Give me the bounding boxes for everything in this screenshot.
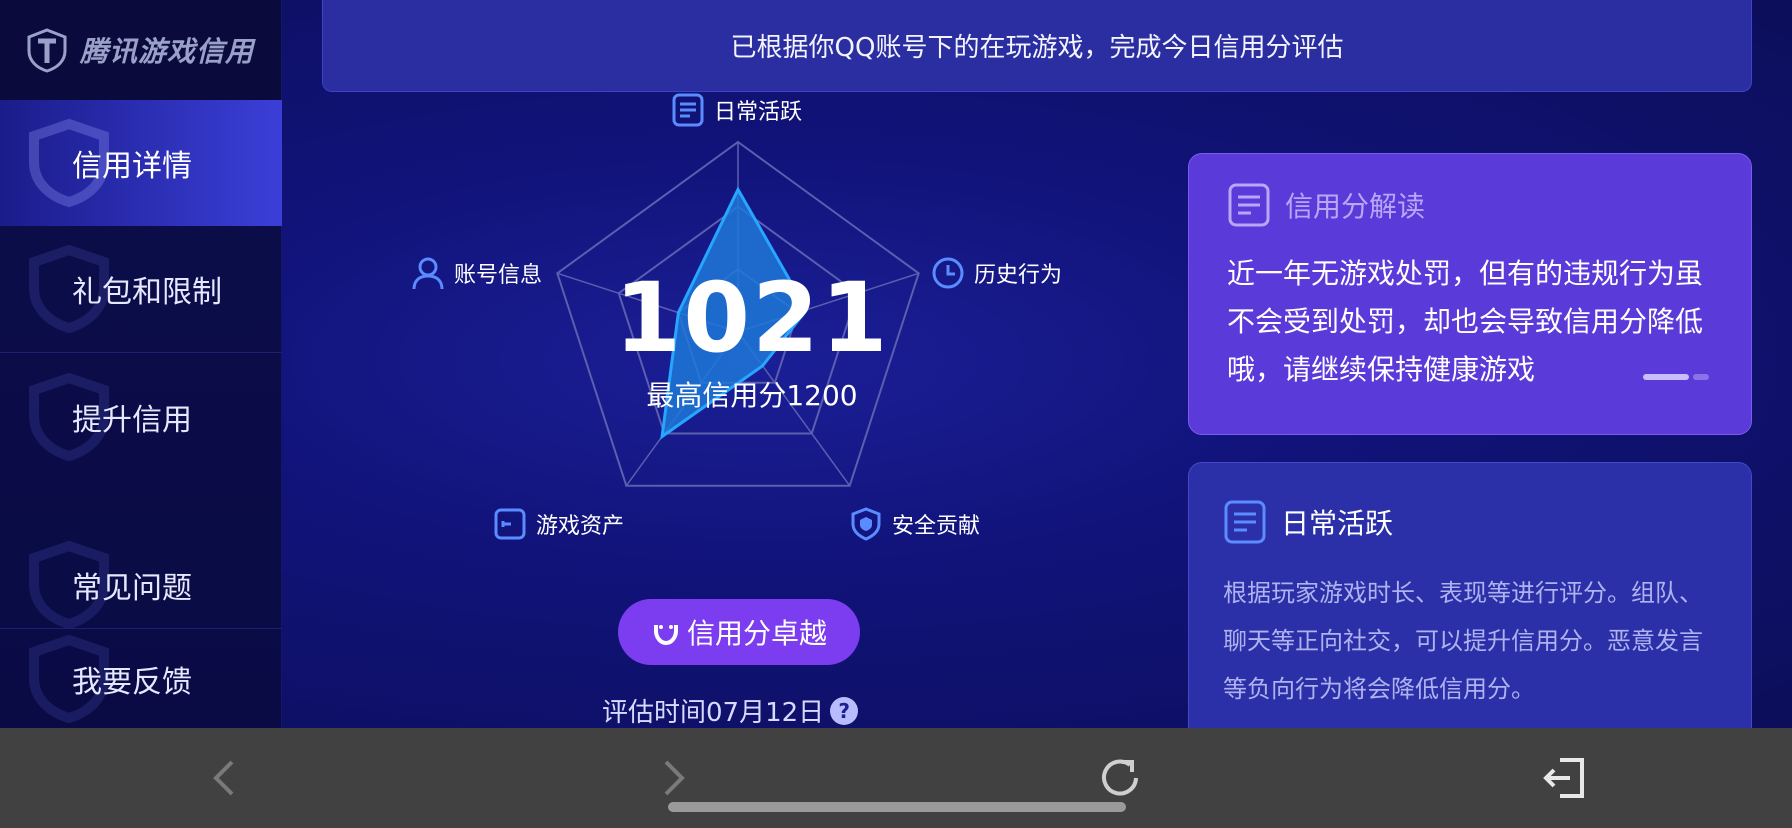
credit-score: 1021 [614, 262, 890, 374]
credit-level-badge[interactable]: 信用分卓越 [618, 599, 860, 665]
sidebar-item-label: 信用详情 [72, 149, 192, 184]
sidebar-item-label: 我要反馈 [72, 665, 192, 700]
assessment-banner: 已根据你QQ账号下的在玩游戏，完成今日信用分评估 [322, 0, 1752, 92]
card-line: 不会受到处罚，却也会导致信用分降低 [1227, 305, 1704, 338]
axis-label-text: 安全贡献 [892, 514, 981, 539]
sidebar-item-improve-credit[interactable]: 提升信用 [0, 354, 282, 480]
wallet-icon [494, 508, 526, 540]
daily-activity-card[interactable]: 日常活跃 根据玩家游戏时长、表现等进行评分。组队、 聊天等正向社交，可以提升信用… [1188, 462, 1752, 728]
card-title: 日常活跃 [1281, 507, 1394, 540]
document-icon [672, 93, 704, 127]
help-icon[interactable]: ? [830, 696, 859, 725]
card-line: 等负向行为将会降低信用分。 [1223, 675, 1535, 703]
document-icon [1224, 500, 1266, 544]
card-body: 根据玩家游戏时长、表现等进行评分。组队、 聊天等正向社交，可以提升信用分。恶意发… [1223, 569, 1717, 713]
credit-interpretation-card[interactable]: 信用分解读 近一年无游戏处罚，但有的违规行为虽 不会受到处罚，却也会导致信用分降… [1188, 153, 1752, 435]
axis-label-assets[interactable]: 游戏资产 [492, 506, 624, 542]
sidebar: 腾讯游戏信用 信用详情 礼包和限制 提升信用 常见问题 我要反馈 [0, 0, 282, 728]
sidebar-item-feedback[interactable]: 我要反馈 [0, 616, 282, 742]
browser-toolbar [0, 728, 1792, 828]
card-line: 哦，请继续保持健康游戏 [1227, 353, 1536, 386]
exit-icon[interactable] [1538, 750, 1594, 806]
axis-label-daily-activity[interactable]: 日常活跃 [670, 92, 802, 128]
document-icon [1228, 183, 1270, 227]
carousel-indicator [1643, 374, 1709, 380]
sidebar-item-label: 常见问题 [72, 571, 192, 606]
sidebar-item-label: 礼包和限制 [72, 275, 222, 310]
sidebar-item-credit-details[interactable]: 信用详情 [0, 100, 282, 226]
clock-icon [932, 257, 964, 289]
main-content: 已根据你QQ账号下的在玩游戏，完成今日信用分评估 日常活跃 历史行为 安全贡献 … [282, 0, 1792, 728]
axis-label-text: 账号信息 [454, 263, 543, 288]
axis-label-text: 日常活跃 [714, 100, 803, 125]
indicator-active [1643, 374, 1689, 380]
card-body: 近一年无游戏处罚，但有的违规行为虽 不会受到处罚，却也会导致信用分降低 哦，请继… [1227, 250, 1713, 394]
home-indicator[interactable] [668, 802, 1126, 812]
shield-icon [851, 507, 881, 541]
app-logo: 腾讯游戏信用 [0, 0, 281, 100]
user-icon [412, 257, 444, 290]
forward-arrow-icon[interactable] [644, 750, 700, 806]
axis-label-text: 历史行为 [974, 263, 1063, 288]
smile-icon [653, 625, 678, 646]
back-arrow-icon[interactable] [198, 750, 254, 806]
axis-label-security[interactable]: 安全贡献 [848, 506, 980, 542]
nav-divider [0, 352, 282, 353]
refresh-icon[interactable] [1092, 750, 1148, 806]
indicator-inactive [1693, 374, 1709, 380]
evaluation-time-text: 评估时间07月12日 [602, 698, 825, 728]
sidebar-item-gifts-limits[interactable]: 礼包和限制 [0, 226, 282, 352]
logo-shield-icon [27, 28, 67, 73]
card-header: 信用分解读 [1227, 182, 1713, 228]
evaluation-time: 评估时间07月12日 ? [602, 692, 882, 728]
max-score-text: 最高信用分1200 [646, 379, 858, 412]
card-line: 聊天等正向社交，可以提升信用分。恶意发言 [1223, 627, 1703, 655]
axis-label-account[interactable]: 账号信息 [410, 255, 542, 291]
logo-text: 腾讯游戏信用 [80, 35, 255, 68]
axis-label-history[interactable]: 历史行为 [930, 255, 1062, 291]
credit-level-text: 信用分卓越 [686, 617, 827, 650]
card-line: 近一年无游戏处罚，但有的违规行为虽 [1227, 257, 1704, 290]
axis-label-text: 游戏资产 [536, 514, 625, 539]
card-header: 日常活跃 [1223, 499, 1717, 545]
card-line: 根据玩家游戏时长、表现等进行评分。组队、 [1223, 579, 1703, 607]
sidebar-item-label: 提升信用 [72, 403, 192, 438]
card-title: 信用分解读 [1285, 190, 1426, 223]
radar-chart: 日常活跃 历史行为 安全贡献 游戏资产 账号信息 1021 最高信用分1200 … [282, 92, 1182, 728]
